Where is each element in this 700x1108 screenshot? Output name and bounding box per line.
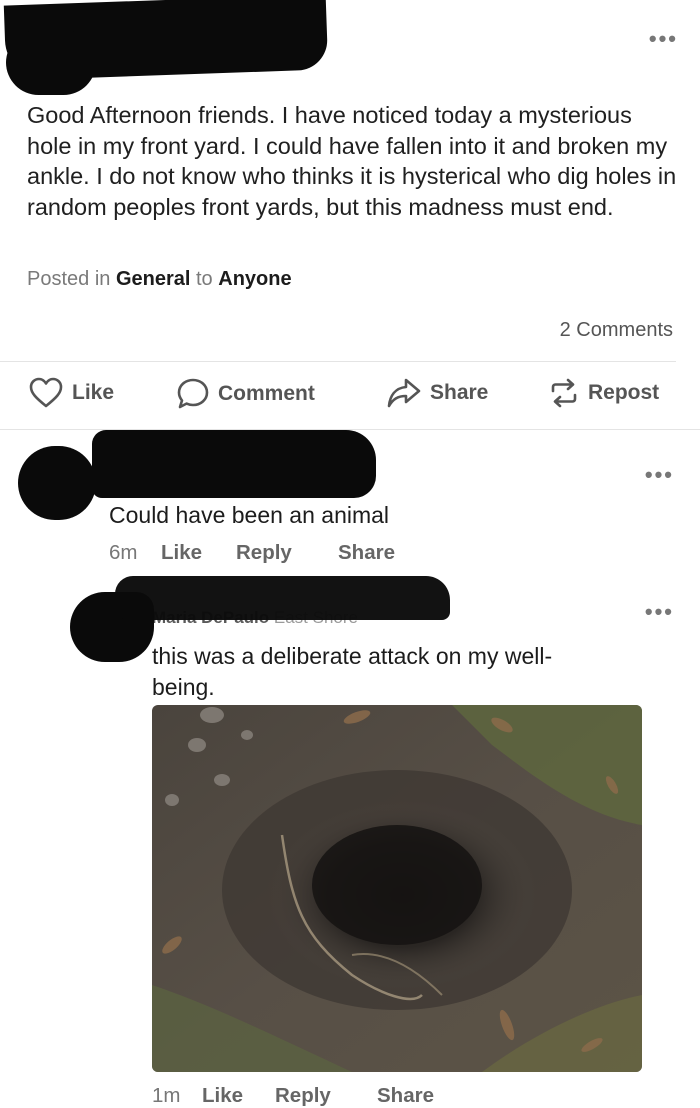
comment-button[interactable]: Comment <box>176 377 315 411</box>
like-label: Like <box>72 381 115 404</box>
repost-label: Repost <box>588 381 660 404</box>
post-meta: Posted in General to Anyone <box>27 268 292 291</box>
redacted-commenter-avatar <box>18 446 96 520</box>
reply-share-button[interactable]: Share <box>377 1084 434 1108</box>
reply-text-line2: being. <box>152 674 215 700</box>
like-button[interactable]: Like <box>28 377 114 409</box>
share-button[interactable]: Share <box>386 377 488 409</box>
post-more-icon[interactable]: ••• <box>649 26 678 52</box>
divider-top <box>0 361 676 362</box>
hole-photo[interactable] <box>152 705 642 1072</box>
reply-like-button[interactable]: Like <box>202 1084 275 1108</box>
category-link[interactable]: General <box>116 268 190 290</box>
comment-text: Could have been an animal <box>109 502 390 528</box>
heart-icon <box>28 377 64 409</box>
comment-bubble-icon <box>176 377 210 411</box>
comment-time: 6m <box>109 541 138 564</box>
repost-button[interactable]: Repost <box>548 377 659 409</box>
reply-more-icon[interactable]: ••• <box>645 599 674 625</box>
reply-time: 1m <box>152 1084 181 1107</box>
redacted-commenter-name <box>92 430 376 498</box>
reply-text-line1: this was a deliberate attack on my well- <box>152 643 553 669</box>
audience-link[interactable]: Anyone <box>218 268 291 290</box>
comment-count[interactable]: 2 Comments <box>560 319 673 342</box>
comment-more-icon[interactable]: ••• <box>645 462 674 488</box>
share-arrow-icon <box>386 377 422 409</box>
comment-like-button[interactable]: Like <box>161 541 236 565</box>
reply-reply-button[interactable]: Reply <box>275 1084 377 1108</box>
meta-to: to <box>196 268 213 290</box>
redacted-reply-name <box>115 576 450 620</box>
post-text: Good Afternoon friends. I have noticed t… <box>27 102 677 220</box>
comment-share-button[interactable]: Share <box>338 541 395 565</box>
comment-reply-button[interactable]: Reply <box>236 541 338 565</box>
repost-icon <box>548 377 580 409</box>
comment-label: Comment <box>218 382 315 405</box>
reply-actions: 1m Like Reply Share <box>152 1084 434 1108</box>
comment-actions: 6m Like Reply Share <box>109 541 395 565</box>
meta-prefix: Posted in <box>27 268 111 290</box>
redacted-avatar <box>6 30 96 95</box>
share-label: Share <box>430 381 489 404</box>
reply-text: this was a deliberate attack on my well-… <box>152 641 552 703</box>
